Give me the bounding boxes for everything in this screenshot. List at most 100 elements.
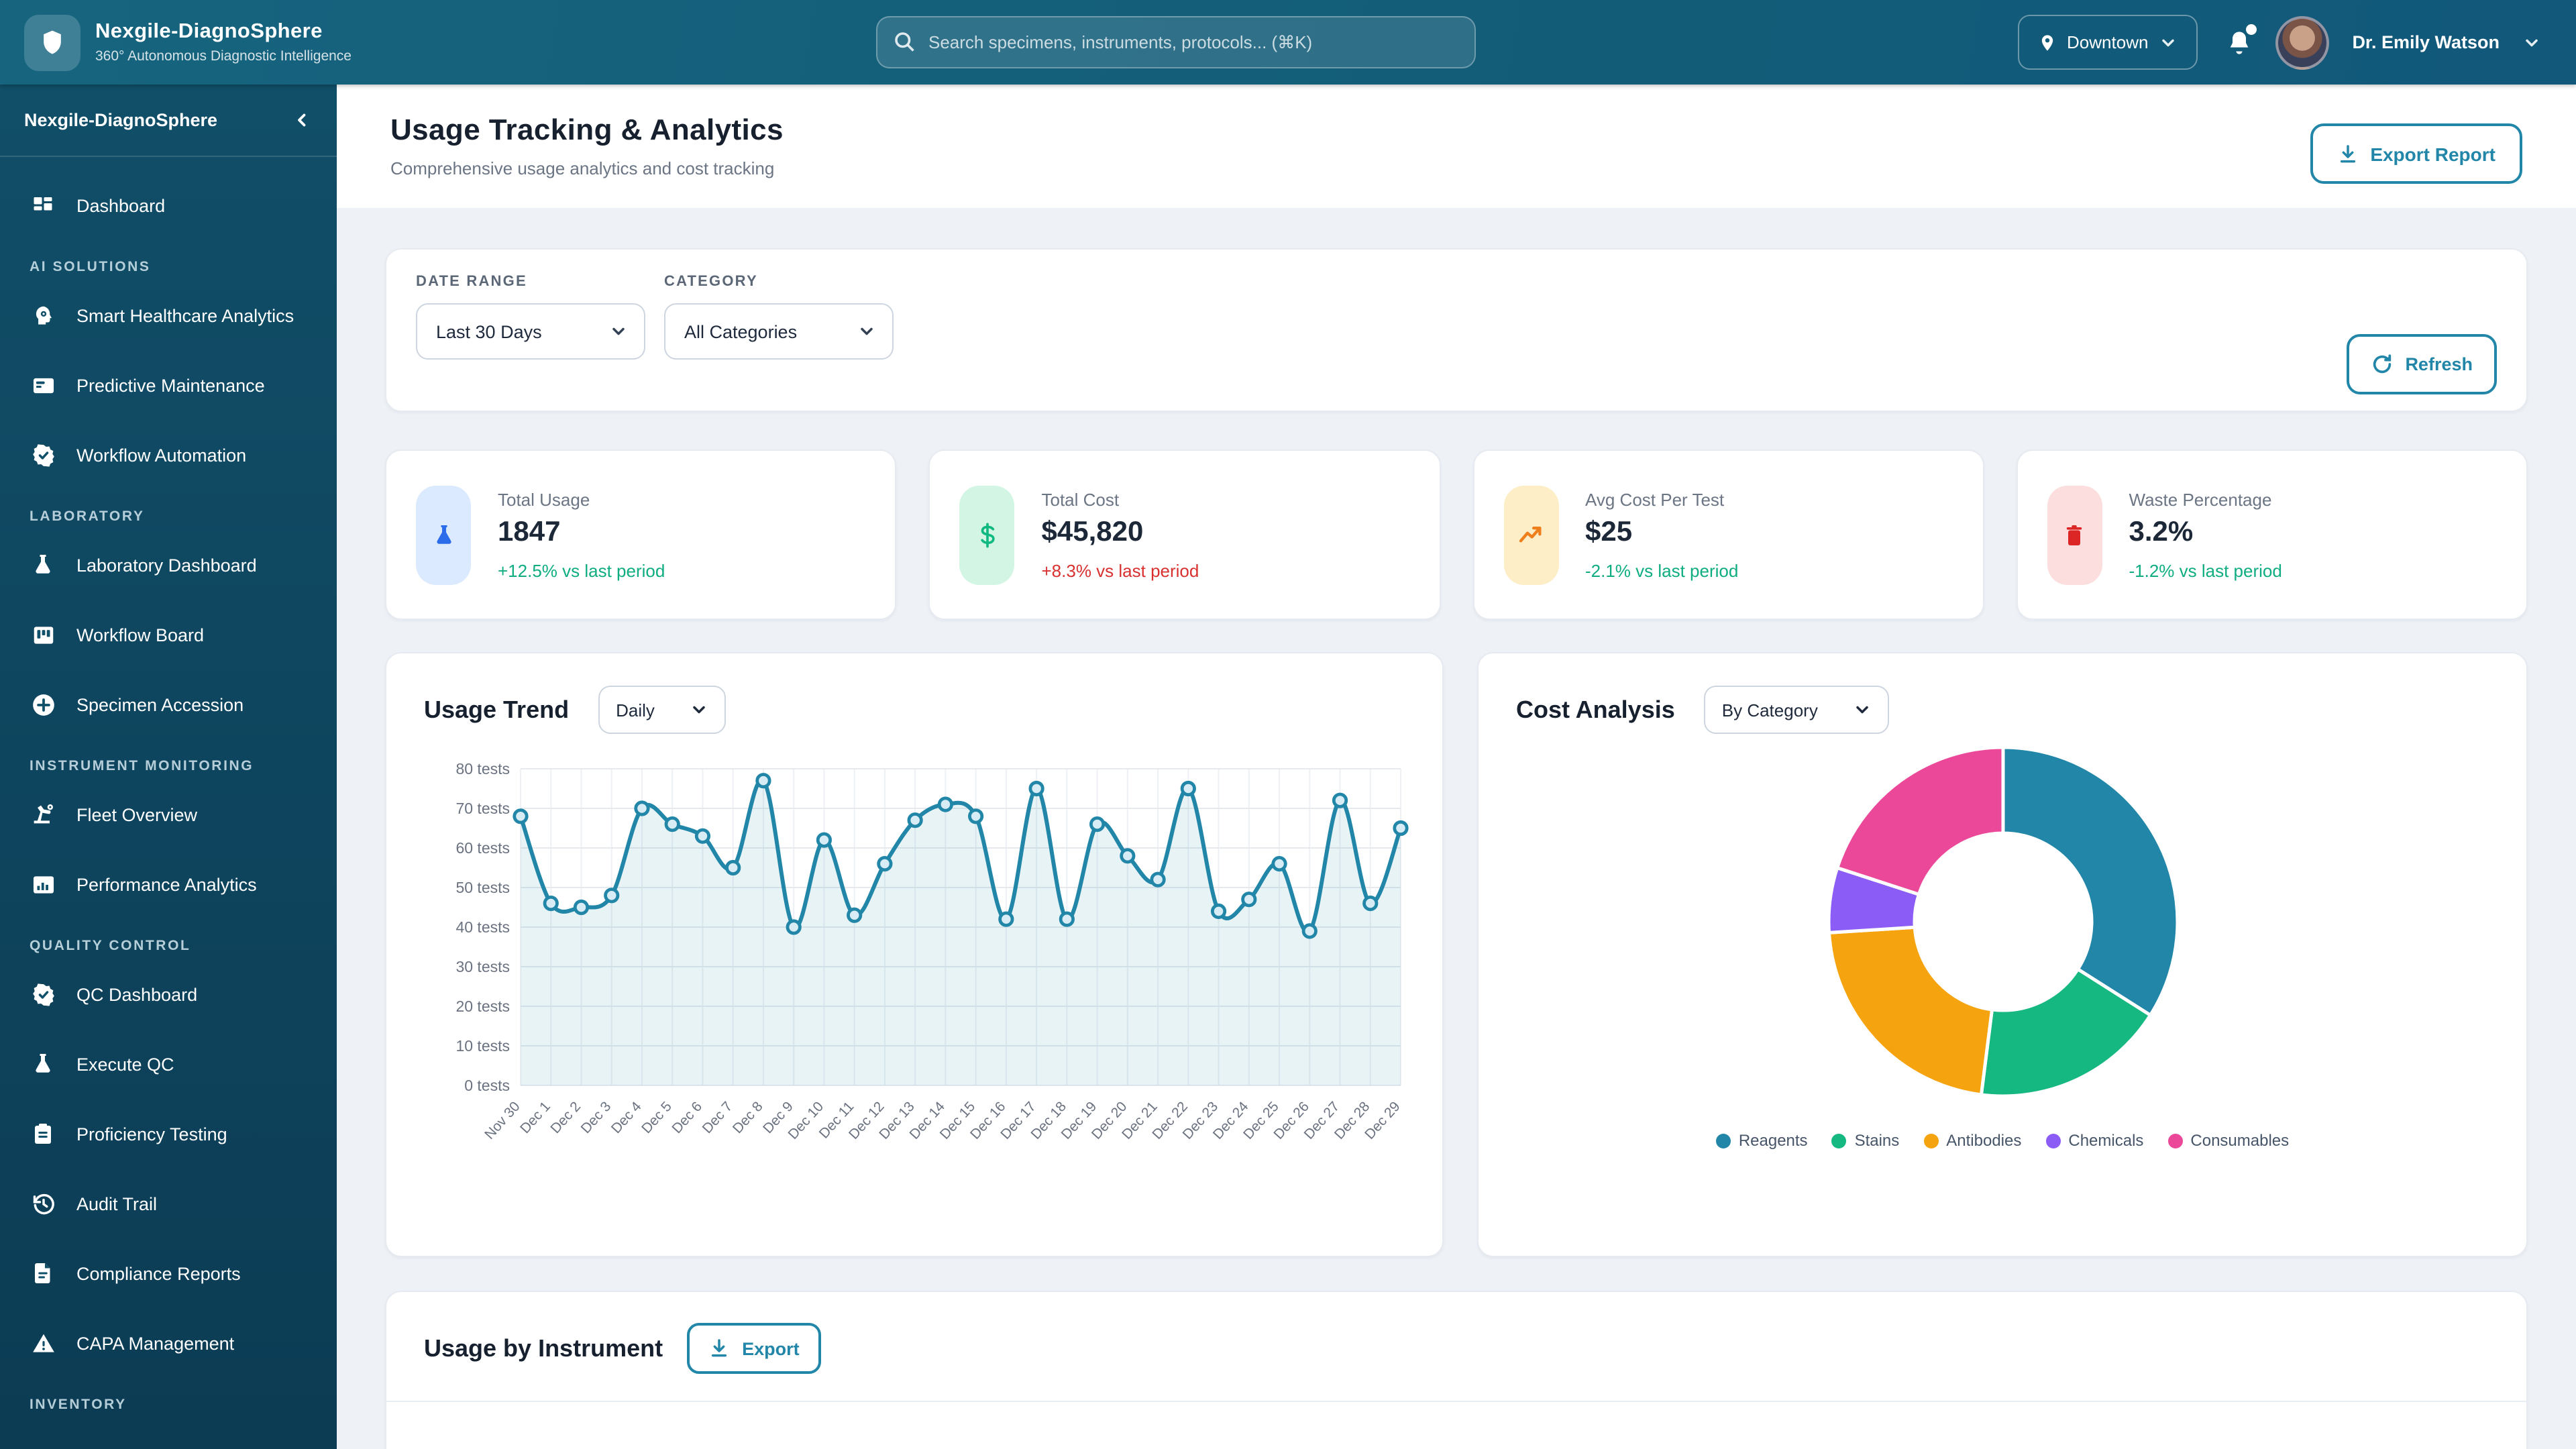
sidebar-item-qc-dashboard[interactable]: QC Dashboard	[0, 959, 337, 1029]
refresh-button[interactable]: Refresh	[2346, 334, 2497, 394]
page-subtitle: Comprehensive usage analytics and cost t…	[390, 158, 775, 178]
app-tagline: 360° Autonomous Diagnostic Intelligence	[95, 48, 352, 64]
export-table-button[interactable]: Export	[687, 1323, 821, 1374]
charts-row: Usage Trend Daily 0 tests 10 tests 20 test…	[385, 652, 2528, 1257]
sidebar-item-proficiency-testing[interactable]: Proficiency Testing	[0, 1099, 337, 1169]
svg-text:20 tests: 20 tests	[455, 998, 510, 1015]
location-label: Downtown	[2067, 32, 2149, 52]
svg-text:Dec 1: Dec 1	[517, 1099, 553, 1136]
flask-icon	[416, 485, 471, 584]
location-selector[interactable]: Downtown	[2017, 15, 2198, 70]
svg-text:Dec 5: Dec 5	[639, 1099, 675, 1136]
legend-item-reagents: Reagents	[1715, 1131, 1808, 1150]
sidebar-nav: Dashboard AI SOLUTIONS Smart Healthcare An…	[0, 157, 337, 1418]
sidebar-item-execute-qc[interactable]: Execute QC	[0, 1029, 337, 1099]
main-content: Usage Tracking & Analytics Comprehensive…	[337, 85, 2576, 1449]
export-report-button[interactable]: Export Report	[2310, 123, 2522, 184]
category-select[interactable]: All Categories	[664, 303, 894, 360]
sidebar-item-label: Proficiency Testing	[76, 1124, 227, 1144]
sidebar-item-label: Fleet Overview	[76, 804, 198, 824]
svg-text:Dec 3: Dec 3	[578, 1099, 614, 1136]
chevron-down-icon	[1853, 700, 1872, 719]
sidebar-item-fleet-overview[interactable]: Fleet Overview	[0, 780, 337, 849]
refresh-icon	[2370, 353, 2393, 376]
svg-text:0 tests: 0 tests	[464, 1077, 510, 1094]
cost-grouping-select[interactable]: By Category	[1704, 686, 1889, 734]
sidebar-collapse-button[interactable]	[292, 110, 313, 130]
svg-text:Dec 8: Dec 8	[730, 1099, 766, 1136]
notifications-button[interactable]	[2226, 23, 2257, 56]
sidebar-section-laboratory: LABORATORY	[30, 508, 145, 525]
badge-check-icon	[30, 981, 56, 1008]
cost-analysis-card: Cost Analysis By Category Reagents Stains…	[1477, 652, 2528, 1257]
svg-text:40 tests: 40 tests	[455, 918, 510, 936]
stat-card-waste-percentage: Waste Percentage 3.2% -1.2% vs last period	[2016, 449, 2528, 620]
sidebar-item-workflow-automation[interactable]: Workflow Automation	[0, 420, 337, 490]
sidebar-item-label: Laboratory Dashboard	[76, 555, 257, 575]
stat-card-total-cost: Total Cost $45,820 +8.3% vs last period	[928, 449, 1440, 620]
stat-delta: +8.3% vs last period	[1041, 560, 1199, 580]
sidebar-item-smart-healthcare-analytics[interactable]: Smart Healthcare Analytics	[0, 280, 337, 350]
legend-dot	[2167, 1133, 2183, 1148]
sidebar-item-predictive-maintenance[interactable]: Predictive Maintenance	[0, 350, 337, 420]
sidebar-item-compliance-reports[interactable]: Compliance Reports	[0, 1238, 337, 1308]
sidebar-item-audit-trail[interactable]: Audit Trail	[0, 1169, 337, 1238]
legend-dot	[1831, 1133, 1847, 1148]
stat-card-total-usage: Total Usage 1847 +12.5% vs last period	[385, 449, 897, 620]
sidebar-title: Nexgile-DiagnoSphere	[24, 110, 218, 130]
sidebar-item-label: Specimen Accession	[76, 694, 244, 714]
document-icon	[30, 1260, 56, 1287]
stat-value: 1847	[498, 516, 561, 547]
sidebar-item-workflow-board[interactable]: Workflow Board	[0, 600, 337, 669]
search-input[interactable]	[876, 16, 1476, 68]
sidebar-item-dashboard[interactable]: Dashboard	[0, 170, 337, 240]
dollar-icon	[959, 485, 1015, 584]
legend-dot	[2045, 1133, 2061, 1148]
trend-period-select[interactable]: Daily	[598, 686, 726, 734]
legend-dot	[1715, 1133, 1731, 1148]
sidebar-section-instrument-monitoring: INSTRUMENT MONITORING	[30, 758, 254, 774]
notification-dot	[2246, 23, 2257, 34]
stat-label: Avg Cost Per Test	[1585, 489, 1725, 509]
app-title: Nexgile-DiagnoSphere	[95, 20, 323, 43]
page-header: Usage Tracking & Analytics Comprehensive…	[337, 85, 2576, 208]
warning-icon	[30, 1330, 56, 1356]
stat-label: Total Usage	[498, 489, 590, 509]
usage-trend-chart: 0 tests 10 tests 20 tests 30 tests 40 tests 5…	[424, 750, 1409, 1193]
svg-text:30 tests: 30 tests	[455, 958, 510, 975]
brand: Nexgile-DiagnoSphere 360° Autonomous Dia…	[0, 14, 352, 70]
sidebar-item-specimen-accession[interactable]: Specimen Accession	[0, 669, 337, 739]
plus-circle-icon	[30, 691, 56, 718]
global-search	[876, 16, 1476, 68]
svg-text:10 tests: 10 tests	[455, 1037, 510, 1055]
kanban-icon	[30, 621, 56, 648]
user-menu-chevron-icon[interactable]	[2522, 33, 2541, 52]
date-range-label: DATE RANGE	[416, 274, 527, 290]
sidebar-item-capa-management[interactable]: CAPA Management	[0, 1308, 337, 1378]
sidebar-item-label: Predictive Maintenance	[76, 375, 265, 395]
sidebar-section-ai-solutions: AI SOLUTIONS	[30, 259, 151, 275]
legend-item-antibodies: Antibodies	[1923, 1131, 2021, 1150]
clipboard-icon	[30, 1120, 56, 1147]
sidebar-item-performance-analytics[interactable]: Performance Analytics	[0, 849, 337, 919]
location-pin-icon	[2037, 32, 2056, 53]
sidebar-item-label: Compliance Reports	[76, 1263, 241, 1283]
sidebar-section-quality-control: QUALITY CONTROL	[30, 938, 191, 954]
cost-analysis-title: Cost Analysis	[1516, 696, 1675, 722]
stat-delta: -2.1% vs last period	[1585, 560, 1739, 580]
svg-text:80 tests: 80 tests	[455, 760, 510, 777]
svg-text:60 tests: 60 tests	[455, 839, 510, 857]
stat-delta: -1.2% vs last period	[2129, 560, 2282, 580]
stat-card-avg-cost-per-test: Avg Cost Per Test $25 -2.1% vs last period	[1472, 449, 1984, 620]
sidebar-item-laboratory-dashboard[interactable]: Laboratory Dashboard	[0, 530, 337, 600]
page-title: Usage Tracking & Analytics	[390, 113, 784, 146]
chevron-down-icon	[2159, 33, 2178, 52]
stat-delta: +12.5% vs last period	[498, 560, 665, 580]
trend-icon	[1503, 485, 1558, 584]
robot-arm-icon	[30, 801, 56, 828]
sidebar-item-label: Dashboard	[76, 195, 166, 215]
chevron-down-icon	[609, 322, 628, 341]
user-avatar[interactable]	[2275, 15, 2330, 69]
svg-text:Dec 4: Dec 4	[608, 1099, 645, 1136]
date-range-select[interactable]: Last 30 Days	[416, 303, 645, 360]
